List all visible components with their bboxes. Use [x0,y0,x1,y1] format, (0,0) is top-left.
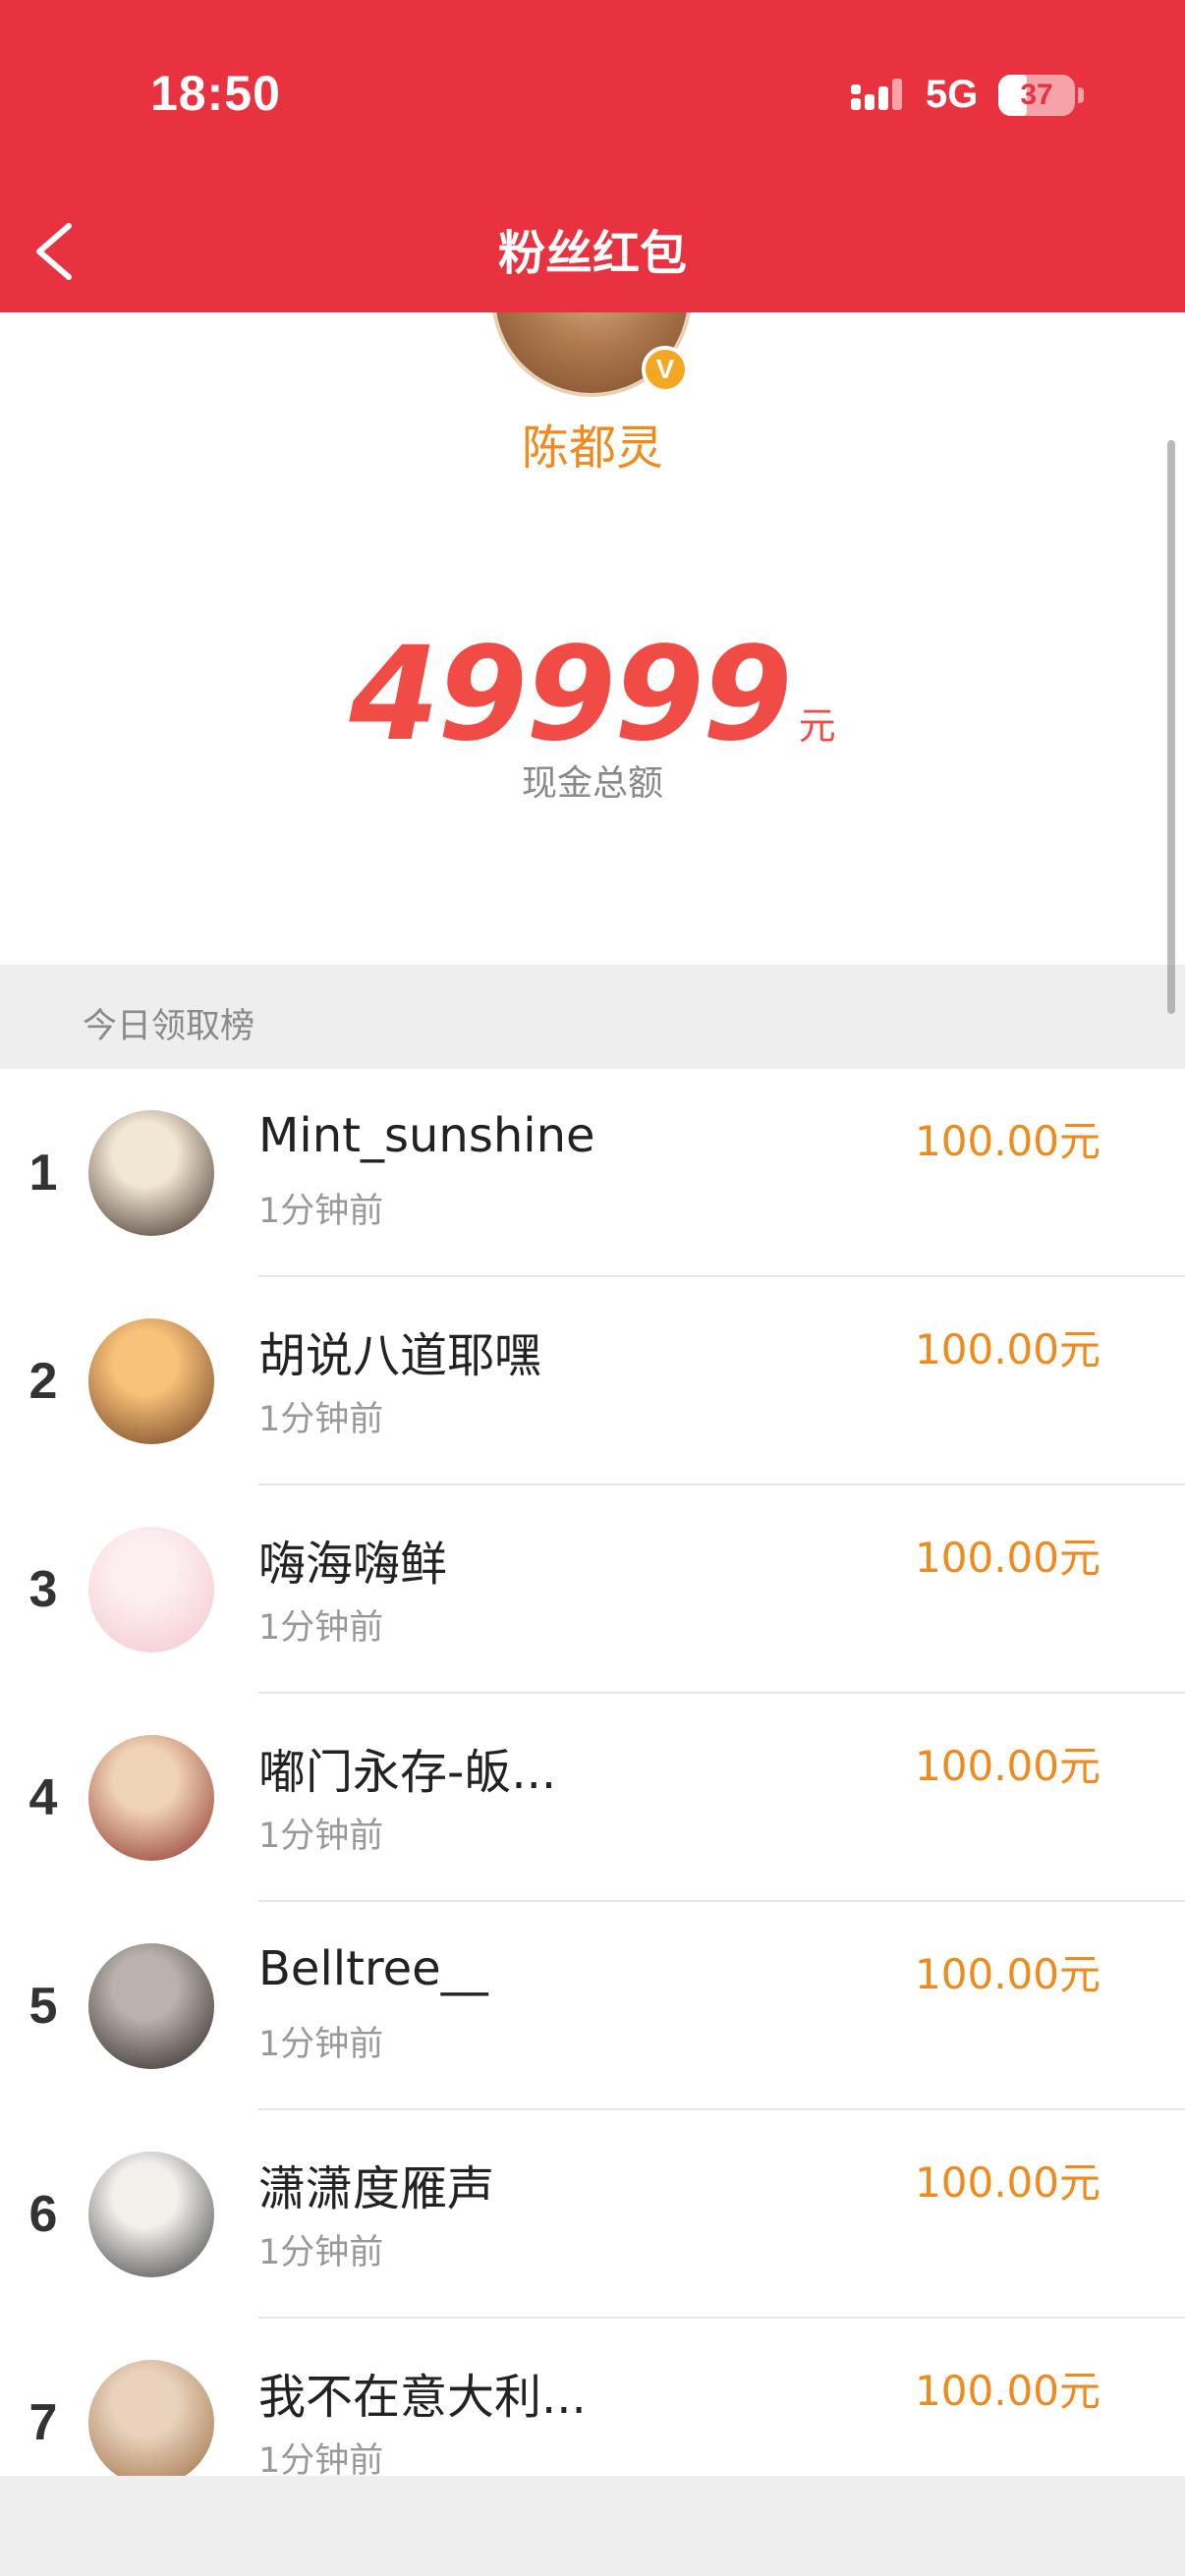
claim-amount: 100.00元 [915,1325,1100,1373]
claim-time: 1分钟前 [258,1608,384,1648]
user-avatar[interactable] [88,1318,214,1444]
rank-number: 5 [28,1978,58,2035]
rank-number: 3 [28,1561,58,1618]
total-amount-unit: 元 [798,704,836,748]
user-name[interactable]: 嘟门永存-皈... [258,1733,556,1802]
user-name[interactable]: 胡说八道耶嘿 [258,1316,541,1385]
claim-time: 1分钟前 [258,1192,384,1231]
battery-icon: 37 [998,75,1075,116]
battery-cap [1078,87,1084,103]
claim-time: 1分钟前 [258,1400,384,1439]
user-name[interactable]: Belltree__ [258,1941,488,1996]
claim-amount: 100.00元 [915,1950,1100,1998]
claim-amount: 100.00元 [915,1117,1100,1165]
claim-amount: 100.00元 [915,2158,1100,2207]
verified-badge-icon: V [642,346,689,393]
total-amount-label: 现金总额 [521,763,663,804]
list-item[interactable]: 7 我不在意大利... 1分钟前 100.00元 [0,2319,1185,2476]
user-name[interactable]: 我不在意大利... [258,2358,587,2427]
claim-amount: 100.00元 [915,2367,1100,2415]
host-name[interactable]: 陈都灵 [0,409,1185,477]
rank-number: 7 [28,2394,58,2451]
user-name[interactable]: 潇潇度雁声 [258,2150,494,2218]
user-avatar[interactable] [88,1110,214,1236]
user-avatar[interactable] [88,1735,214,1861]
total-amount-row: 49999 元 [0,619,1185,770]
claim-time: 1分钟前 [258,2233,384,2272]
rank-number: 1 [28,1145,58,1202]
claim-time: 1分钟前 [258,1817,384,1856]
bottom-bar [0,2476,1185,2576]
status-time: 18:50 [150,66,281,121]
list-item[interactable]: 1 Mint_sunshine 1分钟前 100.00元 [0,1069,1185,1277]
user-avatar[interactable] [88,1943,214,2069]
leaderboard-list: 1 Mint_sunshine 1分钟前 100.00元 2 胡说八道耶嘿 1分… [0,1069,1185,2476]
list-item[interactable]: 2 胡说八道耶嘿 1分钟前 100.00元 [0,1277,1185,1485]
list-item[interactable]: 6 潇潇度雁声 1分钟前 100.00元 [0,2110,1185,2319]
leaderboard-title: 今日领取榜 [83,1007,255,1046]
user-name[interactable]: 嗨海嗨鲜 [258,1525,447,1594]
claim-time: 1分钟前 [258,2025,384,2064]
user-avatar[interactable] [88,1527,214,1652]
scrollbar[interactable] [1167,440,1175,1014]
top-bar: 18:50 5G 37 粉丝红包 [0,0,1185,312]
claim-amount: 100.00元 [915,1742,1100,1790]
list-item[interactable]: 3 嗨海嗨鲜 1分钟前 100.00元 [0,1485,1185,1694]
claim-time: 1分钟前 [258,2441,384,2476]
user-avatar[interactable] [88,2152,214,2277]
rank-number: 4 [28,1769,58,1826]
cellular-signal-icon [851,79,902,110]
list-item[interactable]: 5 Belltree__ 1分钟前 100.00元 [0,1902,1185,2110]
network-type: 5G [926,73,979,116]
user-name[interactable]: Mint_sunshine [258,1108,595,1163]
list-item[interactable]: 4 嘟门永存-皈... 1分钟前 100.00元 [0,1694,1185,1902]
total-amount: 49999 [349,619,792,770]
page-title: 粉丝红包 [497,226,687,281]
rank-number: 2 [28,1353,58,1410]
user-avatar[interactable] [88,2360,214,2476]
battery-percentage: 37 [1020,79,1053,111]
claim-amount: 100.00元 [915,1534,1100,1582]
rank-number: 6 [28,2186,58,2243]
